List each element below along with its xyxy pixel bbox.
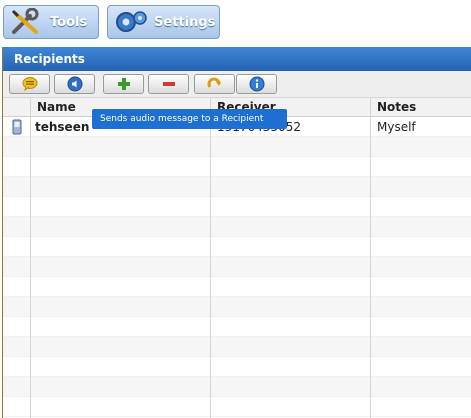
info-icon (249, 76, 264, 92)
row-icon-cell (8, 117, 30, 137)
empty-row (3, 377, 471, 397)
empty-row (3, 197, 471, 217)
column-divider (370, 98, 371, 418)
add-recipient-button[interactable] (103, 74, 144, 94)
empty-row (3, 177, 471, 197)
recipients-toolbar (3, 71, 471, 98)
empty-row (3, 277, 471, 297)
recipients-grid: Name Receiver Notes tehseen 13176435052 … (3, 98, 471, 418)
empty-row (3, 157, 471, 177)
chat-bubble-icon (22, 77, 37, 91)
gear-icon (116, 11, 147, 32)
redo-button[interactable] (194, 74, 235, 94)
tools-label: Tools (50, 14, 88, 30)
audio-message-tooltip: Sends audio message to a Recipient (92, 109, 287, 129)
empty-row (3, 137, 471, 157)
column-divider (210, 98, 211, 418)
notes-cell: Myself (377, 120, 416, 134)
grid-rows: tehseen 13176435052 Myself (3, 117, 471, 417)
wrench-screwdriver-icon (11, 8, 39, 34)
redo-icon (207, 77, 221, 88)
top-toolbar: Tools Settings (0, 0, 471, 44)
tools-button[interactable]: Tools (3, 5, 99, 39)
column-divider (30, 98, 31, 418)
settings-button[interactable]: Settings (107, 5, 220, 39)
remove-icon (162, 82, 175, 86)
remove-recipient-button[interactable] (148, 74, 189, 94)
info-button[interactable] (236, 74, 277, 94)
settings-label: Settings (154, 14, 216, 30)
panel-title: Recipients (3, 47, 471, 71)
empty-row (3, 397, 471, 417)
column-header-notes[interactable]: Notes (371, 98, 471, 117)
empty-row (3, 237, 471, 257)
add-icon (117, 78, 130, 90)
recipients-panel: Recipients Name Receiver Notes tehseen M… (2, 47, 471, 418)
empty-row (3, 337, 471, 357)
phone-icon (12, 119, 22, 135)
empty-row (3, 217, 471, 237)
speaker-icon (67, 76, 82, 92)
empty-row (3, 257, 471, 277)
empty-row (3, 317, 471, 337)
message-button[interactable] (9, 74, 50, 94)
audio-message-button[interactable] (54, 74, 95, 94)
empty-row (3, 357, 471, 377)
empty-row (3, 297, 471, 317)
